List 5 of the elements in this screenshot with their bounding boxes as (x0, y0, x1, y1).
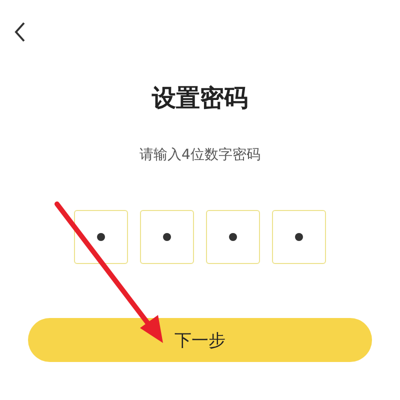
page-title: 设置密码 (150, 83, 249, 114)
next-button[interactable]: 下一步 (28, 318, 372, 362)
back-icon[interactable] (14, 22, 26, 42)
instruction-text: 请输入4位数字密码 (138, 146, 262, 164)
code-box[interactable] (74, 210, 128, 264)
